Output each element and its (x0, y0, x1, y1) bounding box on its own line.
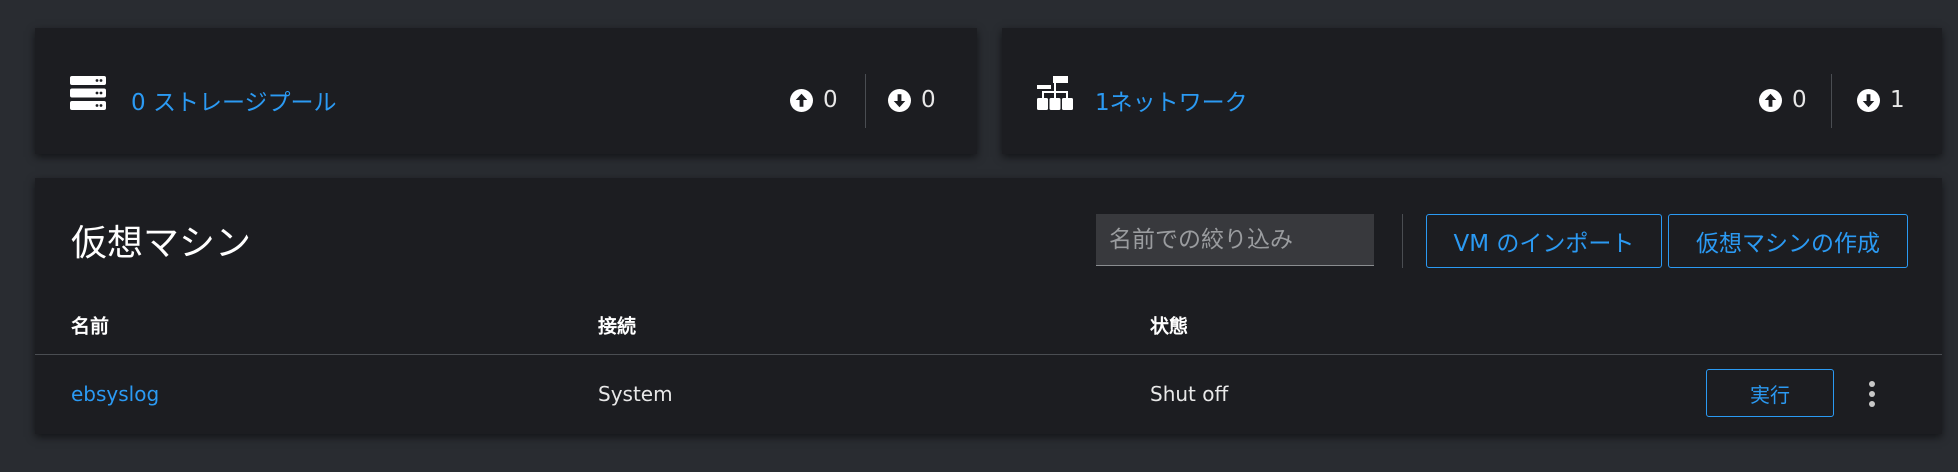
arrow-circle-down-icon (1857, 88, 1880, 112)
toolbar-divider (1402, 214, 1403, 268)
network-down-count: 1 (1890, 87, 1905, 113)
storage-inactive-stat: 0 (888, 87, 936, 113)
networks-card: 1ネットワーク 0 1 (1002, 28, 1942, 154)
column-header-state[interactable]: 状態 (1150, 312, 1188, 339)
virtual-machines-card: 仮想マシン VM のインポート 仮想マシンの作成 名前 接続 状態 ebsysl… (35, 178, 1942, 434)
vm-name-link[interactable]: ebsyslog (71, 382, 159, 406)
vm-state: Shut off (1150, 382, 1229, 406)
arrow-circle-up-icon (790, 88, 813, 112)
kebab-menu-icon[interactable] (1861, 379, 1883, 409)
create-vm-button[interactable]: 仮想マシンの作成 (1668, 214, 1908, 268)
name-filter-input[interactable] (1096, 214, 1374, 266)
network-icon (1037, 76, 1073, 110)
stat-divider (1831, 74, 1832, 128)
arrow-circle-up-icon (1759, 88, 1782, 112)
server-stack-icon (70, 76, 106, 110)
networks-link[interactable]: 1ネットワーク (1095, 83, 1248, 117)
network-active-stat: 0 (1759, 87, 1807, 113)
table-header-divider (35, 354, 1942, 355)
network-up-count: 0 (1792, 87, 1807, 113)
page-title: 仮想マシン (71, 223, 252, 264)
storage-pools-card: 0 ストレージプール 0 0 (35, 28, 977, 154)
storage-pools-link[interactable]: 0 ストレージプール (131, 83, 336, 117)
column-header-connection[interactable]: 接続 (598, 312, 636, 339)
stat-divider (865, 74, 866, 128)
arrow-circle-down-icon (888, 88, 911, 112)
vm-connection: System (598, 382, 673, 406)
run-vm-button[interactable]: 実行 (1706, 369, 1834, 417)
network-inactive-stat: 1 (1857, 87, 1905, 113)
import-vm-button[interactable]: VM のインポート (1426, 214, 1662, 268)
storage-active-stat: 0 (790, 87, 838, 113)
storage-down-count: 0 (921, 87, 936, 113)
column-header-name[interactable]: 名前 (71, 312, 109, 339)
storage-up-count: 0 (823, 87, 838, 113)
